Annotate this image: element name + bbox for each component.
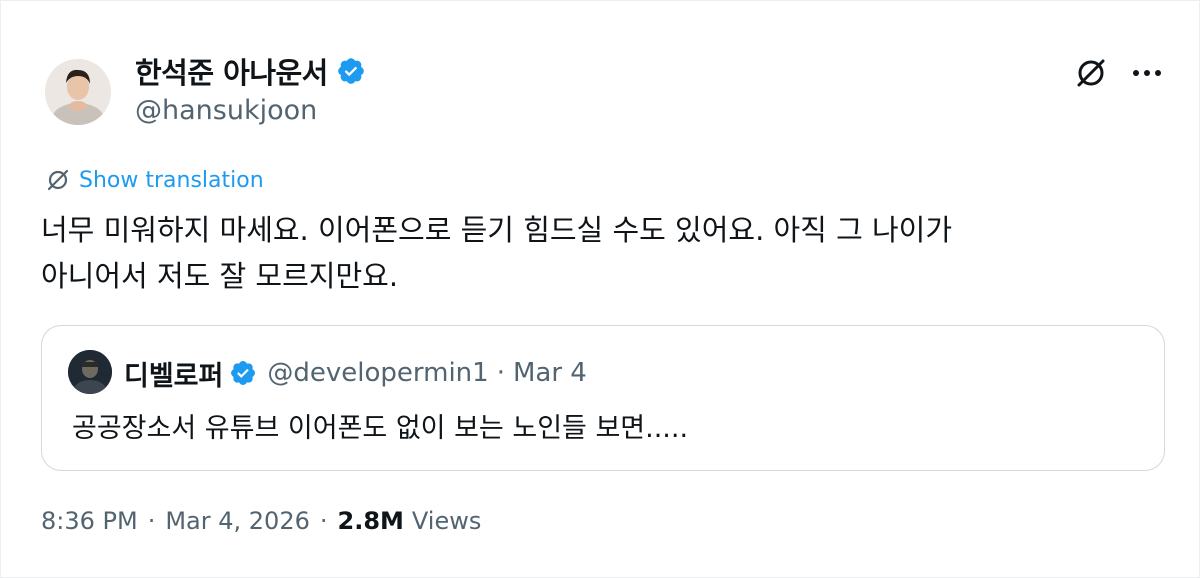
quoted-date[interactable]: Mar 4 <box>513 358 587 388</box>
meta-separator: · <box>319 507 328 535</box>
person-avatar-icon <box>45 59 111 125</box>
views-count: 2.8M <box>337 507 404 535</box>
views-label: Views <box>411 507 482 535</box>
tweet-text: 너무 미워하지 마세요. 이어폰으로 듣기 힘드실 수도 있어요. 아직 그 나… <box>41 213 953 293</box>
more-options-button[interactable] <box>1127 53 1167 93</box>
show-translation-link[interactable]: Show translation <box>45 167 264 193</box>
tweet-date[interactable]: Mar 4, 2026 <box>165 507 310 535</box>
quoted-text: 공공장소서 유튜브 이어폰도 없이 보는 노인들 보면..... <box>72 413 689 444</box>
author-name-row: 한석준 아나운서 <box>135 51 366 91</box>
grok-button[interactable] <box>1071 53 1111 93</box>
quoted-header: 디벨로퍼 @developermin1 · Mar 4 <box>124 354 587 392</box>
verified-badge-icon <box>338 58 364 84</box>
quoted-tweet[interactable]: 디벨로퍼 @developermin1 · Mar 4 공공장소서 유튜브 이어… <box>41 325 1165 471</box>
author-display-name[interactable]: 한석준 아나운서 <box>135 50 328 92</box>
grok-icon <box>47 169 69 191</box>
quoted-handle[interactable]: @developermin1 <box>267 358 488 388</box>
verified-badge-icon <box>231 361 256 385</box>
person-avatar-icon <box>68 350 112 394</box>
tweet-card: 한석준 아나운서 @hansukjoon Show translation 너무… <box>0 0 1200 578</box>
author-avatar[interactable] <box>45 59 111 125</box>
tweet-time[interactable]: 8:36 PM <box>41 507 138 535</box>
quoted-separator: · <box>496 358 505 388</box>
tweet-meta: 8:36 PM · Mar 4, 2026 · 2.8M Views <box>41 507 481 535</box>
quoted-author-avatar[interactable] <box>68 350 112 394</box>
show-translation-label: Show translation <box>79 167 264 193</box>
grok-icon <box>1077 59 1105 87</box>
more-dots-icon <box>1133 70 1161 76</box>
meta-separator: · <box>147 507 156 535</box>
author-handle[interactable]: @hansukjoon <box>135 95 317 126</box>
quoted-display-name[interactable]: 디벨로퍼 <box>124 354 223 393</box>
